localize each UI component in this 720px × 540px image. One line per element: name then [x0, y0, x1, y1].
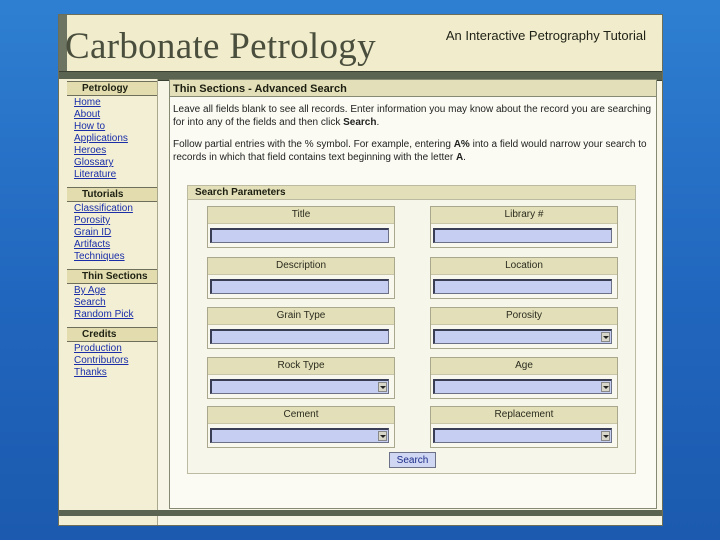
sidebar-link-techniques[interactable]: Techniques: [74, 251, 157, 263]
sidebar-link-thanks[interactable]: Thanks: [74, 367, 157, 379]
field-label-title: Title: [208, 207, 394, 224]
sidebar-link-by-age[interactable]: By Age: [74, 285, 157, 297]
sidebar-link-classification[interactable]: Classification: [74, 203, 157, 215]
search-button[interactable]: Search: [389, 452, 436, 468]
chevron-down-icon[interactable]: [601, 431, 610, 441]
sidebar-section-tutorials: Tutorials Classification Porosity Grain …: [59, 187, 157, 263]
sidebar-link-search[interactable]: Search: [74, 297, 157, 309]
sidebar-link-glossary[interactable]: Glossary: [74, 157, 157, 169]
chevron-down-icon[interactable]: [378, 382, 387, 392]
browser-page: Carbonate Petrology An Interactive Petro…: [58, 14, 663, 526]
sidebar-section-credits: Credits Production Contributors Thanks: [59, 327, 157, 379]
description-input[interactable]: [210, 279, 389, 294]
field-grain-type: Grain Type: [207, 307, 395, 349]
field-label-library: Library #: [431, 207, 617, 224]
cement-select[interactable]: [210, 428, 389, 443]
field-label-porosity: Porosity: [431, 308, 617, 325]
field-replacement: Replacement: [430, 406, 618, 448]
sidebar-link-applications[interactable]: Applications: [74, 133, 157, 145]
footer-bar: [59, 510, 662, 516]
field-label-age: Age: [431, 358, 617, 375]
page-title: Thin Sections - Advanced Search: [170, 80, 656, 97]
sidebar-link-contributors[interactable]: Contributors: [74, 355, 157, 367]
sidebar-link-artifacts[interactable]: Artifacts: [74, 239, 157, 251]
sidebar-section-thin-sections: Thin Sections By Age Search Random Pick: [59, 269, 157, 321]
main-panel: Thin Sections - Advanced Search Leave al…: [169, 79, 657, 509]
porosity-select[interactable]: [433, 329, 612, 344]
age-select[interactable]: [433, 379, 612, 394]
sidebar: Petrology Home About How to Applications…: [59, 79, 158, 525]
site-title: Carbonate Petrology: [65, 26, 376, 67]
intro-paragraph-2: Follow partial entries with the % symbol…: [173, 139, 647, 163]
rock-type-select[interactable]: [210, 379, 389, 394]
chevron-down-icon[interactable]: [378, 431, 387, 441]
sidebar-heading-thin-sections: Thin Sections: [67, 269, 157, 284]
sidebar-link-production[interactable]: Production: [74, 343, 157, 355]
field-library: Library #: [430, 206, 618, 248]
field-title: Title: [207, 206, 395, 248]
sidebar-link-heroes[interactable]: Heroes: [74, 145, 157, 157]
sidebar-link-about[interactable]: About: [74, 109, 157, 121]
sidebar-link-home[interactable]: Home: [74, 97, 157, 109]
field-label-replacement: Replacement: [431, 407, 617, 424]
location-input[interactable]: [433, 279, 612, 294]
sidebar-heading-petrology: Petrology: [67, 81, 157, 96]
field-label-grain-type: Grain Type: [208, 308, 394, 325]
field-location: Location: [430, 257, 618, 299]
chevron-down-icon[interactable]: [601, 332, 610, 342]
sidebar-heading-credits: Credits: [67, 327, 157, 342]
field-porosity: Porosity: [430, 307, 618, 349]
sidebar-link-porosity[interactable]: Porosity: [74, 215, 157, 227]
sidebar-link-how-to[interactable]: How to: [74, 121, 157, 133]
field-rock-type: Rock Type: [207, 357, 395, 399]
title-input[interactable]: [210, 228, 389, 243]
replacement-select[interactable]: [433, 428, 612, 443]
field-label-location: Location: [431, 258, 617, 275]
grain-type-input[interactable]: [210, 329, 389, 344]
field-label-cement: Cement: [208, 407, 394, 424]
site-subtitle: An Interactive Petrography Tutorial: [445, 28, 646, 43]
sidebar-section-petrology: Petrology Home About How to Applications…: [59, 81, 157, 181]
site-header: Carbonate Petrology An Interactive Petro…: [59, 15, 662, 71]
field-age: Age: [430, 357, 618, 399]
field-label-description: Description: [208, 258, 394, 275]
field-description: Description: [207, 257, 395, 299]
sidebar-link-random-pick[interactable]: Random Pick: [74, 309, 157, 321]
sidebar-link-grain-id[interactable]: Grain ID: [74, 227, 157, 239]
search-parameters-legend: Search Parameters: [188, 186, 635, 200]
sidebar-link-literature[interactable]: Literature: [74, 169, 157, 181]
intro-paragraph-1: Leave all fields blank to see all record…: [173, 104, 652, 128]
sidebar-heading-tutorials: Tutorials: [67, 187, 157, 202]
search-parameters-fieldset: Search Parameters Title Library # Descri…: [187, 185, 636, 474]
chevron-down-icon[interactable]: [601, 382, 610, 392]
field-label-rock-type: Rock Type: [208, 358, 394, 375]
library-number-input[interactable]: [433, 228, 612, 243]
field-cement: Cement: [207, 406, 395, 448]
